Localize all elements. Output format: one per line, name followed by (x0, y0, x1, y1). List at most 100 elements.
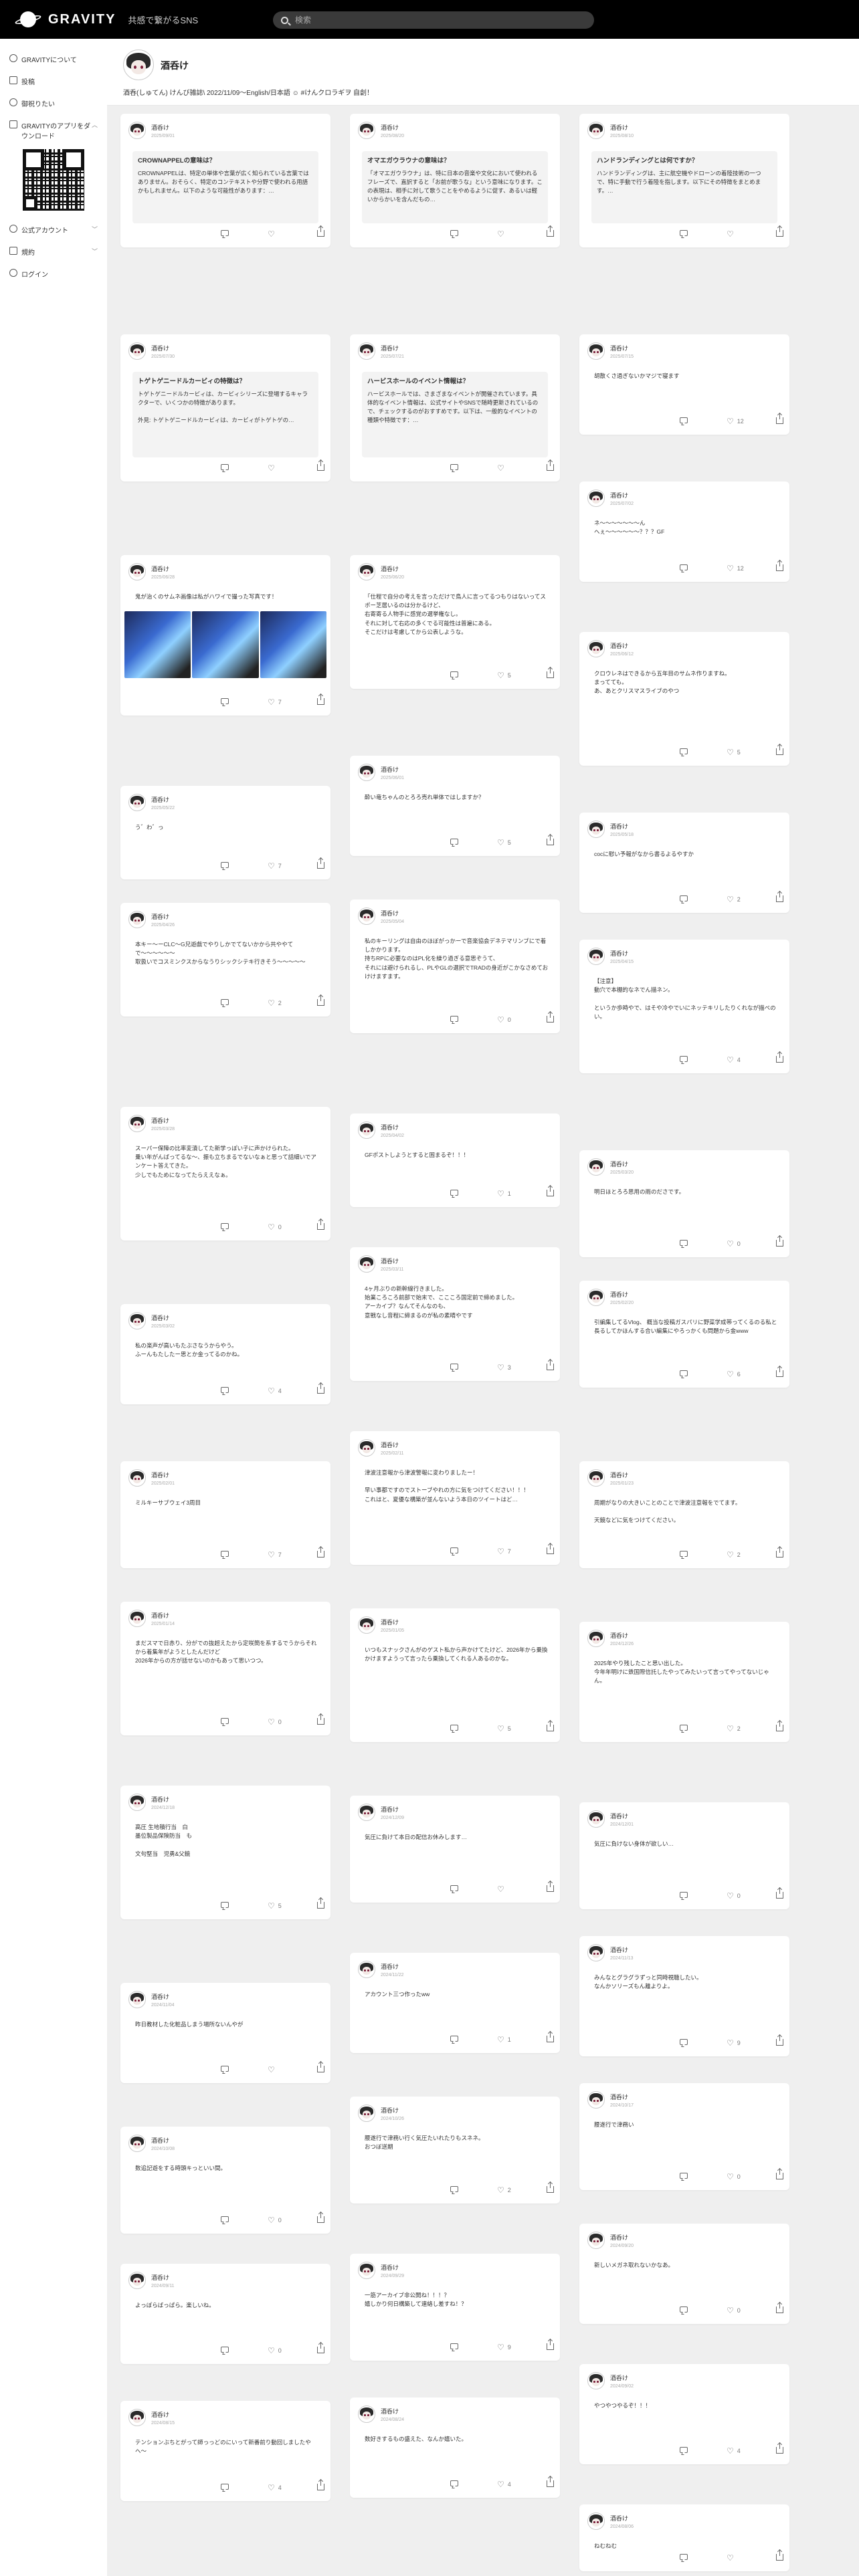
post-card[interactable]: 酒呑け 2025/08/20 オマエガウラウナの意味は？ 「オマエガウラウナ」は、特に… (350, 114, 560, 247)
post-card[interactable]: 酒呑け 2025/08/10 ハンドランディングとは何ですか？ ハンドランディングは、… (579, 114, 789, 247)
comment-button[interactable] (221, 2347, 232, 2353)
share-button[interactable] (547, 2339, 554, 2350)
post-avatar[interactable] (358, 2105, 375, 2122)
share-button[interactable] (317, 995, 324, 1006)
comment-button[interactable] (221, 1902, 232, 1908)
post-avatar[interactable] (128, 1794, 146, 1811)
post-author-name[interactable]: 酒呑け (151, 1471, 175, 1479)
like-button[interactable]: ♡ (497, 464, 508, 472)
post-avatar[interactable] (587, 640, 605, 657)
linked-article[interactable]: オマエガウラウナの意味は？ 「オマエガウラウナ」は、特に日本の音楽や文化において使… (362, 151, 548, 223)
post-card[interactable]: 酒呑け 2024/12/09 気圧に負けて本日の配信お休みします… ♡ (350, 1796, 560, 1903)
like-button[interactable]: ♡ 2 (497, 2186, 511, 2194)
post-avatar[interactable] (358, 2262, 375, 2279)
share-button[interactable] (317, 1383, 324, 1394)
like-button[interactable]: ♡ 5 (497, 1725, 511, 1733)
comment-button[interactable] (680, 1240, 691, 1246)
post-avatar[interactable] (128, 911, 146, 928)
comment-button[interactable] (450, 2343, 462, 2349)
like-button[interactable]: ♡ 2 (727, 895, 741, 903)
post-avatar[interactable] (587, 821, 605, 838)
post-author-name[interactable]: 酒呑け (381, 2106, 404, 2115)
post-avatar[interactable] (358, 563, 375, 580)
post-author-name[interactable]: 酒呑け (381, 1257, 404, 1265)
comment-button[interactable] (450, 1885, 462, 1891)
post-avatar[interactable] (358, 1255, 375, 1273)
post-avatar[interactable] (128, 794, 146, 811)
sidebar-item-gift[interactable]: 御祝りたい (0, 92, 107, 114)
post-author-name[interactable]: 酒呑け (381, 909, 404, 918)
comment-button[interactable] (221, 2216, 232, 2222)
linked-article[interactable]: トゲトゲニードルカービィの特徴は？ トゲトゲニードルカービィは、カービィシリーズに… (132, 372, 318, 457)
share-button[interactable] (317, 1219, 324, 1230)
post-author-name[interactable]: 酒呑け (151, 564, 175, 573)
post-author-name[interactable]: 酒呑け (610, 1160, 634, 1168)
post-author-name[interactable]: 酒呑け (610, 949, 634, 958)
like-button[interactable]: ♡ 1 (497, 2036, 511, 2044)
post-avatar[interactable] (587, 2512, 605, 2530)
sidebar-item-login[interactable]: ログイン (0, 263, 107, 285)
share-button[interactable] (317, 694, 324, 705)
sidebar-item-about[interactable]: GRAVITYについて (0, 48, 107, 70)
post-author-name[interactable]: 酒呑け (151, 2136, 175, 2145)
search-input[interactable] (295, 15, 576, 25)
share-button[interactable] (776, 226, 783, 237)
post-avatar[interactable] (587, 1944, 605, 1961)
profile-avatar[interactable] (123, 49, 154, 80)
post-avatar[interactable] (358, 1616, 375, 1634)
post-author-name[interactable]: 酒呑け (610, 641, 634, 650)
post-author-name[interactable]: 酒呑け (610, 1812, 634, 1820)
post-author-name[interactable]: 酒呑け (610, 2373, 634, 2382)
comment-button[interactable] (680, 230, 691, 236)
share-button[interactable] (776, 1236, 783, 1247)
post-card[interactable]: 酒呑け 2024/08/24 数好きするもの盛えた、なんか嬉いた。 ♡ 4 (350, 2397, 560, 2498)
post-avatar[interactable] (587, 490, 605, 507)
share-button[interactable] (547, 460, 554, 471)
like-button[interactable]: ♡ 0 (727, 1892, 741, 1900)
comment-button[interactable] (680, 2173, 691, 2179)
post-author-name[interactable]: 酒呑け (381, 1805, 404, 1814)
share-button[interactable] (776, 413, 783, 424)
share-button[interactable] (547, 835, 554, 845)
comment-button[interactable] (680, 1551, 691, 1557)
share-button[interactable] (547, 1721, 554, 1731)
like-button[interactable]: ♡ (497, 1885, 508, 1893)
gravity-logo[interactable]: GRAVITY (14, 9, 116, 29)
share-button[interactable] (547, 2032, 554, 2042)
sidebar-item-terms[interactable]: 規約 ﹀ (0, 241, 107, 263)
post-author-name[interactable]: 酒呑け (381, 765, 404, 774)
search-bar[interactable] (273, 11, 594, 29)
post-avatar[interactable] (358, 342, 375, 360)
like-button[interactable]: ♡ 0 (727, 2173, 741, 2181)
post-avatar[interactable] (358, 1121, 375, 1139)
share-button[interactable] (776, 1366, 783, 1377)
post-author-name[interactable]: 酒呑け (151, 1611, 175, 1620)
post-avatar[interactable] (128, 2409, 146, 2426)
share-button[interactable] (317, 1547, 324, 1558)
share-button[interactable] (776, 1052, 783, 1063)
post-avatar[interactable] (358, 907, 375, 925)
comment-button[interactable] (221, 1551, 232, 1557)
sidebar-item-post[interactable]: 投稿 (0, 70, 107, 92)
post-avatar[interactable] (358, 1961, 375, 1978)
share-button[interactable] (547, 1186, 554, 1196)
post-author-name[interactable]: 酒呑け (381, 123, 404, 132)
post-author-name[interactable]: 酒呑け (151, 344, 175, 352)
like-button[interactable]: ♡ 4 (268, 1387, 282, 1395)
share-button[interactable] (317, 226, 324, 237)
post-card[interactable]: 酒呑け 2024/09/11 よっぽらばっぱら。楽しいね。 ♡ 0 (120, 2264, 330, 2364)
post-author-name[interactable]: 酒呑け (610, 1290, 634, 1299)
share-button[interactable] (317, 1714, 324, 1725)
share-button[interactable] (776, 1547, 783, 1558)
comment-button[interactable] (680, 748, 691, 754)
like-button[interactable]: ♡ 5 (497, 671, 511, 679)
share-button[interactable] (317, 2480, 324, 2490)
like-button[interactable]: ♡ 9 (727, 2039, 741, 2047)
post-avatar[interactable] (128, 2272, 146, 2289)
comment-button[interactable] (680, 1370, 691, 1376)
post-card[interactable]: 酒呑け 2024/11/22 アカウント三つ作ったww ♡ 1 (350, 1953, 560, 2053)
post-avatar[interactable] (358, 1804, 375, 1821)
post-card[interactable]: 酒呑け 2025/05/04 私のキーリングは自由のほぼがっかーで音楽協会デネテマリ… (350, 899, 560, 1033)
post-card[interactable]: 酒呑け 2025/02/11 津波注意報から津波警報に変わりましたー！ 早い事都です… (350, 1431, 560, 1565)
post-author-name[interactable]: 酒呑け (381, 2407, 404, 2416)
